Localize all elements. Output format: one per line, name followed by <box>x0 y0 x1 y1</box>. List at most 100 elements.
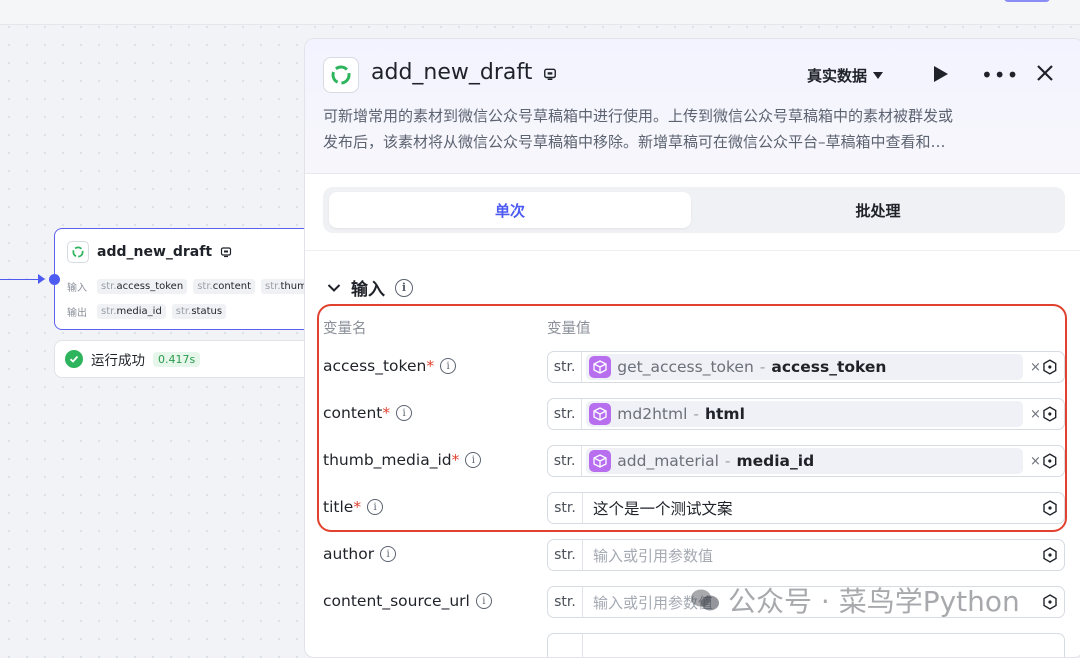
panel-title: add_new_draft <box>371 60 533 85</box>
wechat-logo-icon <box>691 589 719 611</box>
param-value-title[interactable]: 这个是一个测试文案 <box>593 497 733 519</box>
param-field-author[interactable]: str. 输入或引用参数值 <box>547 539 1065 571</box>
run-time-badge: 0.417s <box>153 351 201 367</box>
success-check-icon <box>65 350 83 368</box>
param-name-access-token: access_token * i <box>323 357 457 375</box>
caret-down-icon <box>873 71 884 79</box>
node-inputs-row: 输入 str.access_token str.content str.thum <box>67 279 311 294</box>
info-icon[interactable]: i <box>440 358 457 374</box>
node-outputs-row: 输出 str.media_id str.status <box>67 304 227 319</box>
node-output-tag: str.media_id <box>97 304 166 319</box>
param-name-author: author i <box>323 545 397 563</box>
info-icon[interactable]: i <box>465 452 482 468</box>
param-field-access-token[interactable]: str. get_access_token - access_token × <box>547 351 1065 383</box>
ref-separator: - <box>759 358 766 376</box>
clear-icon[interactable]: × <box>1029 360 1043 375</box>
variable-ref-icon[interactable] <box>1042 500 1058 516</box>
type-badge: str. <box>548 352 583 382</box>
param-name-content-source-url: content_source_url i <box>323 592 492 610</box>
more-icon[interactable]: ••• <box>981 63 1019 87</box>
column-header-value: 变量值 <box>547 321 591 337</box>
data-mode-value: 真实数据 <box>807 67 868 85</box>
toolbar-button[interactable] <box>1004 0 1050 2</box>
variable-ref-icon[interactable] <box>1042 453 1058 469</box>
clear-icon[interactable]: × <box>1029 454 1043 469</box>
ref-output: media_id <box>736 452 815 470</box>
variable-ref-icon[interactable] <box>1042 359 1058 375</box>
param-name-title: title * i <box>323 498 384 516</box>
info-icon[interactable]: i <box>380 546 397 562</box>
plugin-badge-icon <box>220 247 232 258</box>
run-status-card[interactable]: 运行成功 0.417s <box>54 340 314 378</box>
required-mark: * <box>451 451 460 469</box>
param-input-author[interactable]: 输入或引用参数值 <box>593 545 713 566</box>
run-status-text: 运行成功 <box>91 353 145 369</box>
clear-icon[interactable]: × <box>1029 407 1043 422</box>
section-title: 输入 <box>351 280 385 300</box>
reference-chip[interactable]: md2html - html <box>586 401 1023 427</box>
node-cube-icon <box>589 450 612 472</box>
plugin-logo-icon <box>323 57 359 93</box>
variable-ref-icon[interactable] <box>1042 547 1058 563</box>
ref-output: html <box>704 405 745 423</box>
ref-source: get_access_token <box>617 358 754 376</box>
type-badge: str. <box>548 587 583 617</box>
plugin-description: 可新增常用的素材到微信公众号草稿箱中进行使用。上传到微信公众号草稿箱中的素材被群… <box>323 103 1067 155</box>
param-field-thumb-media-id[interactable]: str. add_material - media_id × <box>547 445 1065 477</box>
chevron-down-icon[interactable] <box>327 283 341 293</box>
type-badge: str. <box>548 540 583 570</box>
node-input-tag: str.access_token <box>97 279 188 294</box>
variable-ref-icon[interactable] <box>1042 406 1058 422</box>
plugin-logo-icon <box>67 241 89 263</box>
required-mark: * <box>426 357 435 375</box>
node-output-label: 输出 <box>67 308 87 319</box>
param-field-title[interactable]: str. 这个是一个测试文案 <box>547 492 1065 524</box>
node-title: add_new_draft <box>97 244 213 260</box>
run-play-icon[interactable] <box>933 65 949 83</box>
tab-batch[interactable]: 批处理 <box>697 192 1059 228</box>
info-icon[interactable]: i <box>396 405 413 421</box>
required-mark: * <box>353 498 362 516</box>
info-icon[interactable]: i <box>395 278 413 297</box>
info-icon[interactable]: i <box>367 499 384 515</box>
plugin-description-line: 发布后，该素材将从微信公众号草稿箱中移除。新增草稿可在微信公众平台–草稿箱中查看… <box>323 133 946 151</box>
top-toolbar <box>0 0 1080 25</box>
close-icon[interactable] <box>1035 63 1055 83</box>
info-icon[interactable]: i <box>475 593 492 609</box>
run-mode-tabs: 单次 批处理 <box>323 187 1065 233</box>
type-badge <box>548 634 583 657</box>
ref-source: md2html <box>617 405 688 423</box>
ref-output: access_token <box>771 358 887 376</box>
node-header: add_new_draft <box>67 241 232 263</box>
data-mode-select[interactable]: 真实数据 <box>807 65 884 86</box>
section-divider <box>305 250 1080 251</box>
tab-single[interactable]: 单次 <box>329 192 691 228</box>
reference-chip[interactable]: add_material - media_id <box>586 448 1023 474</box>
watermark: 公众号 · 菜鸟学Python <box>690 580 1020 620</box>
panel-header: add_new_draft 真实数据 ••• 可新增常用的素材到微信公众号草稿箱… <box>305 39 1080 174</box>
param-field-next[interactable] <box>547 633 1065 657</box>
input-section-header[interactable]: 输入 i <box>327 275 413 300</box>
connection-arrow-icon <box>38 274 45 284</box>
ref-separator: - <box>693 405 699 423</box>
node-input-port[interactable] <box>49 274 60 285</box>
type-badge: str. <box>548 399 583 429</box>
watermark-text: 公众号 · 菜鸟学Python <box>728 585 1020 618</box>
node-cube-icon <box>589 356 612 378</box>
param-field-content[interactable]: str. md2html - html × <box>547 398 1065 430</box>
test-run-panel: add_new_draft 真实数据 ••• 可新增常用的素材到微信公众号草稿箱… <box>304 38 1080 658</box>
node-input-label: 输入 <box>67 283 87 294</box>
reference-chip[interactable]: get_access_token - access_token <box>586 354 1023 380</box>
node-cube-icon <box>589 403 612 425</box>
workflow-node-add-new-draft[interactable]: add_new_draft 输入 str.access_token str.co… <box>54 228 314 330</box>
param-name-content: content * i <box>323 404 413 422</box>
plugin-badge-icon <box>544 68 556 80</box>
ref-separator: - <box>724 452 731 470</box>
ref-source: add_material <box>617 452 719 470</box>
plugin-description-line: 可新增常用的素材到微信公众号草稿箱中进行使用。上传到微信公众号草稿箱中的素材被群… <box>323 107 954 125</box>
column-header-name: 变量名 <box>323 321 367 337</box>
type-badge: str. <box>548 493 583 523</box>
node-output-tag: str.status <box>171 304 227 319</box>
variable-ref-icon[interactable] <box>1042 594 1058 610</box>
required-mark: * <box>382 404 391 422</box>
